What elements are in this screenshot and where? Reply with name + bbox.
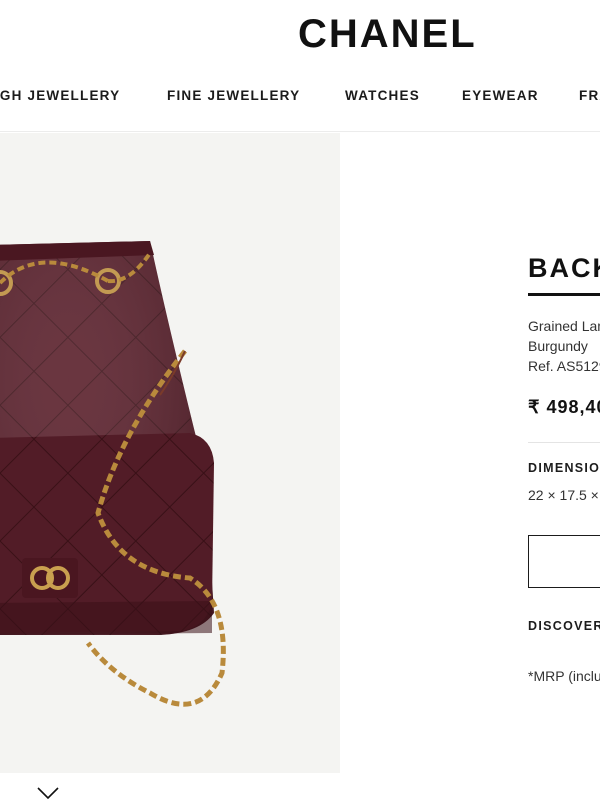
chanel-logo[interactable]: CHANEL	[298, 12, 477, 57]
nav-fine-jewellery[interactable]: FINE JEWELLERY	[167, 88, 300, 103]
chevron-down-icon[interactable]	[36, 786, 60, 800]
main-navigation: HIGH JEWELLERY FINE JEWELLERY WATCHES EY…	[0, 88, 600, 108]
product-color: Burgundy	[528, 338, 588, 354]
mrp-note: *MRP (inclusive of all taxes)	[528, 668, 600, 684]
title-underline	[528, 293, 600, 296]
product-title: BACKPACK	[528, 253, 600, 283]
dimensions-value: 22 × 17.5 × 11 cm	[528, 487, 600, 503]
nav-watches[interactable]: WATCHES	[345, 88, 420, 103]
product-action-button[interactable]	[528, 535, 600, 588]
divider	[528, 442, 600, 443]
nav-high-jewellery[interactable]: HIGH JEWELLERY	[0, 88, 120, 103]
product-price: ₹ 498,400*	[528, 397, 600, 417]
backpack-image	[0, 241, 226, 707]
dimensions-label: DIMENSIONS	[528, 461, 600, 475]
site-header: CHANEL HIGH JEWELLERY FINE JEWELLERY WAT…	[0, 0, 600, 132]
nav-eyewear[interactable]: EYEWEAR	[462, 88, 539, 103]
product-reference: Ref. AS5129	[528, 358, 600, 374]
nav-fragrance[interactable]: FRAGRANCE	[579, 88, 600, 103]
product-material: Grained Lambskin & Gold-Tone Metal	[528, 318, 600, 334]
image-footer	[0, 773, 600, 800]
discover-link[interactable]: DISCOVER	[528, 619, 600, 633]
product-details: BACKPACK Grained Lambskin & Gold-Tone Me…	[340, 133, 600, 773]
product-image[interactable]	[0, 133, 340, 773]
